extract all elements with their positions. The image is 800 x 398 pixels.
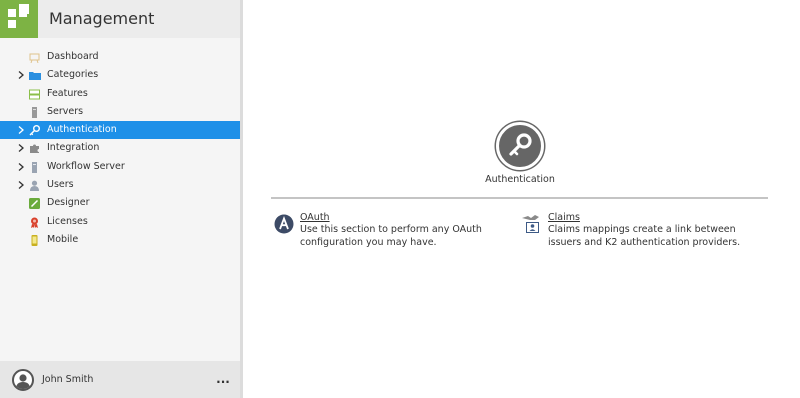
- sidebar: Management Dashboard Categories Features…: [0, 0, 240, 398]
- dashboard-icon: [29, 52, 40, 64]
- app-title: Management: [49, 9, 155, 28]
- chevron-right-icon[interactable]: [17, 139, 27, 157]
- sidebar-item-features[interactable]: Features: [0, 85, 240, 103]
- user-name: John Smith: [42, 374, 94, 385]
- workflow-server-icon: [29, 161, 40, 173]
- mobile-icon: [29, 234, 40, 246]
- app-logo-icon[interactable]: [0, 0, 38, 38]
- sidebar-item-integration[interactable]: Integration: [0, 139, 240, 157]
- oauth-description: Use this section to perform any OAuth co…: [300, 224, 482, 248]
- sidebar-item-label: Integration: [47, 142, 100, 154]
- sidebar-item-licenses[interactable]: Licenses: [0, 213, 240, 231]
- claims-icon: [522, 214, 542, 234]
- sidebar-header: Management: [0, 0, 240, 38]
- key-icon: [496, 122, 544, 170]
- main-content: Authentication OAuth Use this section to…: [243, 0, 800, 398]
- app-window: Management Dashboard Categories Features…: [0, 0, 800, 398]
- sidebar-item-dashboard[interactable]: Dashboard: [0, 48, 240, 66]
- sidebar-item-label: Mobile: [47, 233, 79, 245]
- puzzle-icon: [29, 143, 40, 154]
- chevron-right-icon[interactable]: [17, 158, 27, 176]
- server-icon: [29, 106, 40, 118]
- sidebar-item-label: Designer: [47, 197, 90, 209]
- sidebar-nav: Dashboard Categories Features Servers Au…: [0, 48, 240, 249]
- sidebar-item-servers[interactable]: Servers: [0, 103, 240, 121]
- sidebar-item-label: Dashboard: [47, 51, 99, 62]
- chevron-right-icon[interactable]: [17, 66, 27, 84]
- user-icon: [29, 180, 40, 192]
- license-icon: [29, 217, 40, 228]
- section-divider: [271, 197, 768, 199]
- more-options-button[interactable]: ...: [212, 369, 234, 391]
- claims-description: Claims mappings create a link between is…: [548, 224, 741, 248]
- sidebar-item-label: Workflow Server: [47, 160, 125, 172]
- page-title: Authentication: [485, 174, 555, 185]
- designer-icon: [29, 198, 40, 210]
- avatar[interactable]: [12, 369, 34, 391]
- sidebar-item-label: Categories: [47, 69, 99, 81]
- chevron-right-icon[interactable]: [17, 121, 27, 139]
- sidebar-item-users[interactable]: Users: [0, 176, 240, 194]
- claims-link[interactable]: Claims: [548, 212, 580, 223]
- key-icon: [29, 125, 40, 136]
- oauth-icon: [274, 214, 294, 234]
- sidebar-item-mobile[interactable]: Mobile: [0, 231, 240, 249]
- user-footer: John Smith ...: [0, 361, 240, 398]
- sidebar-item-authentication[interactable]: Authentication: [0, 121, 240, 140]
- sidebar-item-label: Features: [47, 87, 88, 99]
- sidebar-item-label: Servers: [47, 105, 84, 117]
- user-avatar-icon: [16, 374, 30, 389]
- sidebar-item-label: Users: [47, 179, 74, 191]
- oauth-link[interactable]: OAuth: [300, 212, 330, 223]
- sidebar-item-designer[interactable]: Designer: [0, 194, 240, 212]
- folder-icon: [29, 70, 41, 81]
- sidebar-item-label: Authentication: [47, 124, 117, 136]
- features-icon: [29, 89, 40, 100]
- sidebar-item-workflow-server[interactable]: Workflow Server: [0, 158, 240, 176]
- sidebar-item-label: Licenses: [47, 215, 88, 227]
- chevron-right-icon[interactable]: [17, 176, 27, 194]
- sidebar-item-categories[interactable]: Categories: [0, 66, 240, 84]
